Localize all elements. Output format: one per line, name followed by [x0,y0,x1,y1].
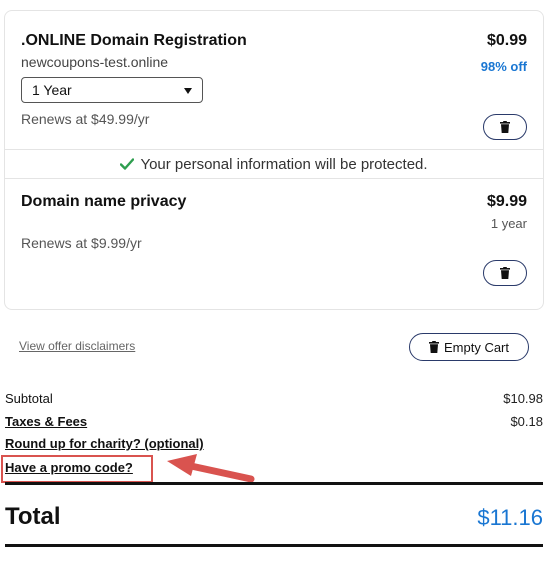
empty-cart-button[interactable]: Empty Cart [409,333,529,361]
trash-icon [428,341,439,353]
red-arrow-icon [167,454,255,483]
renewal-text-domain: Renews at $49.99/yr [21,111,150,127]
item-term-privacy: 1 year [490,216,527,231]
protection-message: Your personal information will be protec… [140,155,428,173]
cart-card: .ONLINE Domain Registration newcoupons-t… [4,10,544,310]
remove-domain-button[interactable] [483,114,527,140]
check-icon [120,158,135,170]
item-domain-name: newcoupons-test.online [21,54,169,70]
privacy-protection-banner: Your personal information will be protec… [5,149,543,179]
item-price-privacy: $9.99 [486,193,527,210]
item-title-domain-registration: .ONLINE Domain Registration [21,32,247,49]
remove-privacy-button[interactable] [483,260,527,286]
subtotal-value: $10.98 [503,391,543,406]
empty-cart-label: Empty Cart [443,339,509,355]
view-disclaimers-link[interactable]: View offer disclaimers [19,339,135,353]
total-top-divider [5,482,543,485]
promo-highlight-box [1,455,153,483]
charity-roundup-link[interactable]: Round up for charity? (optional) [5,436,204,451]
total-label: Total [5,503,61,530]
term-select-value: 1 Year [32,82,72,98]
term-select[interactable]: 1 Year [21,77,203,103]
total-bottom-divider [5,544,543,547]
subtotal-label: Subtotal [5,391,53,406]
taxes-fees-value: $0.18 [510,414,543,429]
item-price-domain-registration: $0.99 [486,32,527,49]
discount-badge: 98% off [480,59,527,74]
total-value: $11.16 [477,505,543,530]
trash-icon [500,121,510,133]
renewal-text-privacy: Renews at $9.99/yr [21,235,142,251]
taxes-fees-link[interactable]: Taxes & Fees [5,414,87,429]
item-title-privacy: Domain name privacy [21,193,187,210]
caret-down-icon [184,88,192,94]
trash-icon [500,267,510,279]
